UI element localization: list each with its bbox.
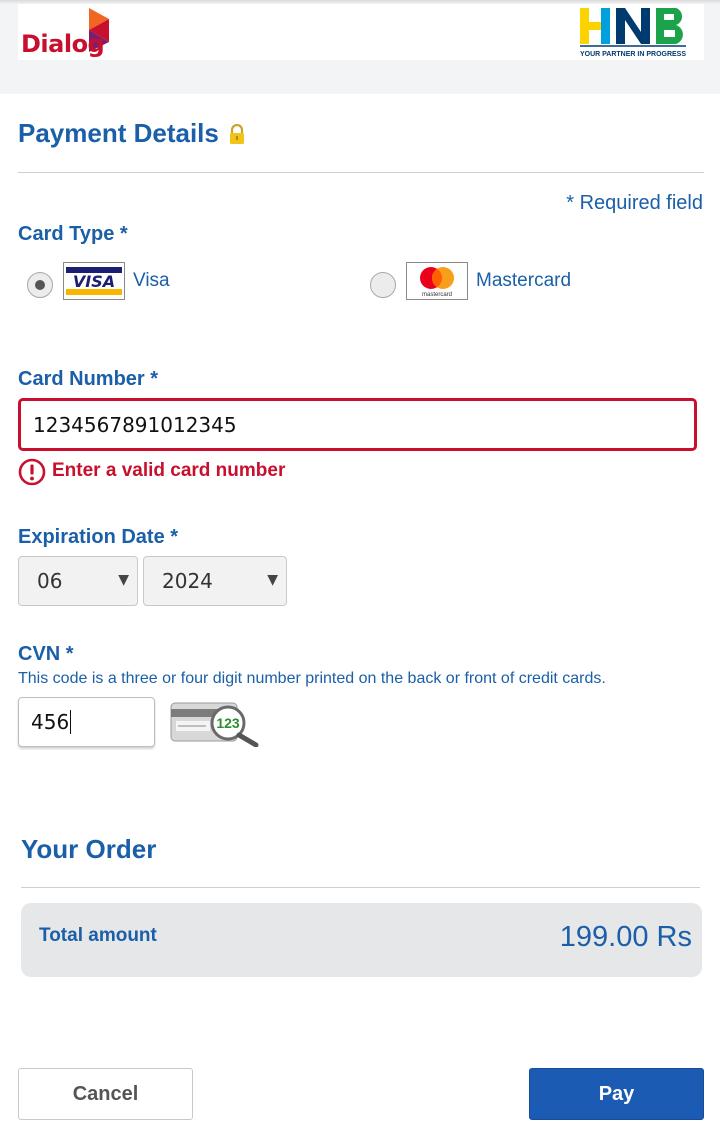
visa-radio[interactable] xyxy=(27,272,53,298)
visa-logo-icon[interactable]: VISA xyxy=(63,262,125,300)
expiration-month-select[interactable]: 06 ▼ xyxy=(18,556,138,606)
order-divider xyxy=(21,887,700,888)
visa-logo-text: VISA xyxy=(73,272,115,291)
card-number-label: Card Number * xyxy=(18,368,159,390)
title-divider xyxy=(18,172,704,173)
visa-logo-graphic: VISA xyxy=(64,263,124,299)
mastercard-logo-icon[interactable]: mastercard xyxy=(406,262,468,300)
error-message: Enter a valid card number xyxy=(52,460,286,481)
dialog-logo-text: Dialog xyxy=(21,30,105,58)
mastercard-label[interactable]: Mastercard xyxy=(476,270,571,292)
total-amount-label: Total amount xyxy=(39,925,157,946)
card-number-input[interactable]: 1234567891012345 xyxy=(18,398,697,451)
expiration-month-value: 06 xyxy=(37,569,63,593)
mastercard-logo-graphic: mastercard xyxy=(407,263,467,299)
card-number-value: 1234567891012345 xyxy=(33,412,237,437)
cvn-value: 456 xyxy=(31,710,70,734)
cvn-input[interactable]: 456 xyxy=(18,697,155,747)
order-title: Your Order xyxy=(21,834,157,864)
lock-icon xyxy=(230,124,244,144)
hnb-tagline: YOUR PARTNER IN PROGRESS xyxy=(580,51,686,58)
header-bar: Dialog YOUR PARTNER IN PROGRESS xyxy=(0,0,720,94)
total-amount-box: Total amount 199.00 Rs xyxy=(21,903,702,977)
expiration-date-label: Expiration Date * xyxy=(18,526,179,548)
mastercard-radio[interactable] xyxy=(370,272,396,298)
cvn-sample-digits: 123 xyxy=(216,715,240,731)
page-title: Payment Details xyxy=(18,118,219,148)
chevron-down-icon: ▼ xyxy=(118,572,129,588)
mastercard-logo-text: mastercard xyxy=(422,292,452,298)
hnb-logo: YOUR PARTNER IN PROGRESS xyxy=(574,6,692,58)
cvn-help-text: This code is a three or four digit numbe… xyxy=(18,670,606,687)
cvn-label: CVN * xyxy=(18,643,74,665)
required-field-note: * Required field xyxy=(566,192,703,214)
cancel-button[interactable]: Cancel xyxy=(18,1068,193,1120)
cvn-card-magnifier-icon: 123 xyxy=(170,697,262,748)
chevron-down-icon: ▼ xyxy=(267,572,278,588)
text-caret xyxy=(70,710,72,734)
visa-label[interactable]: Visa xyxy=(133,270,170,292)
cvn-illustration: 123 xyxy=(170,702,259,748)
dialog-logo: Dialog xyxy=(21,6,113,58)
error-icon xyxy=(18,458,46,486)
logo-strip: Dialog YOUR PARTNER IN PROGRESS xyxy=(18,4,704,60)
hnb-tagline-layer: YOUR PARTNER IN PROGRESS xyxy=(580,51,686,58)
card-type-label: Card Type * xyxy=(18,223,128,245)
pay-button[interactable]: Pay xyxy=(529,1068,704,1120)
total-amount-value: 199.00 Rs xyxy=(559,921,692,953)
expiration-year-value: 2024 xyxy=(162,569,213,593)
expiration-year-select[interactable]: 2024 ▼ xyxy=(143,556,287,606)
